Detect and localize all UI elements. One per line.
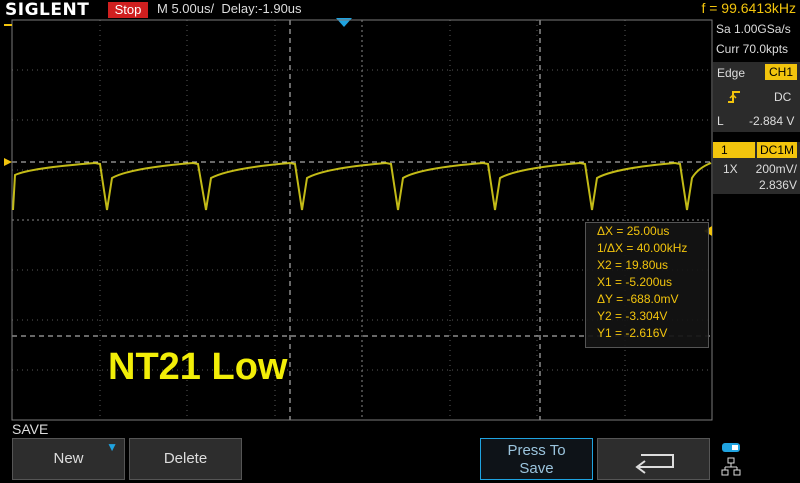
channel1-coupling: DC1M [757, 142, 797, 158]
cursor-readout: ΔX = 25.00us 1/ΔX = 40.00kHz X2 = 19.80u… [585, 222, 709, 348]
ch1-level-marker [4, 158, 12, 166]
sample-rate: Sa 1.00GSa/s [716, 22, 791, 36]
cursor-y2: Y2 = -3.304V [597, 309, 668, 323]
menu-title: SAVE [12, 421, 49, 437]
trigger-type: Edge [717, 66, 746, 80]
delete-button[interactable]: Delete [129, 438, 242, 480]
channel1-offset: 2.836V [758, 178, 797, 192]
delete-button-label: Delete [163, 450, 208, 467]
arrow-down-icon: ▼ [106, 440, 118, 454]
new-button-label: New [53, 450, 84, 467]
cursor-inverse-delta-x: 1/ΔX = 40.00kHz [597, 241, 688, 255]
new-button[interactable]: New ▼ [12, 438, 125, 480]
cursor-delta-x: ΔX = 25.00us [597, 224, 670, 238]
press-to-save-button[interactable]: Press To Save [480, 438, 593, 480]
cursor-y1: Y1 = -2.616V [597, 326, 668, 340]
cursor-x2: X2 = 19.80us [597, 258, 669, 272]
return-button[interactable] [597, 438, 710, 480]
channel1-scale: 200mV/ [755, 162, 797, 176]
trigger-coupling: DC [774, 90, 792, 104]
channel1-panel[interactable]: 1 DC1M 1X 200mV/ 2.836V [713, 142, 800, 194]
press-to-save-label-line1: Press To [507, 442, 566, 459]
trigger-source: CH1 [765, 64, 797, 80]
cursor-x1: X1 = -5.200us [597, 275, 673, 289]
waveform-label: NT21 Low [108, 346, 288, 388]
channel1-number: 1 [713, 142, 755, 158]
return-arrow-icon [634, 454, 674, 474]
trigger-level-label: L [717, 114, 724, 128]
channel1-probe: 1X [723, 162, 738, 176]
trigger-panel[interactable]: Edge CH1 DC L -2.884 V [713, 62, 800, 132]
rising-edge-icon [727, 90, 741, 107]
memory-depth: Curr 70.0kpts [716, 42, 789, 56]
cursor-delta-y: ΔY = -688.0mV [597, 292, 679, 306]
press-to-save-label-line2: Save [519, 460, 554, 477]
network-icon [720, 440, 744, 478]
trigger-level-value: -2.884 V [749, 114, 795, 128]
